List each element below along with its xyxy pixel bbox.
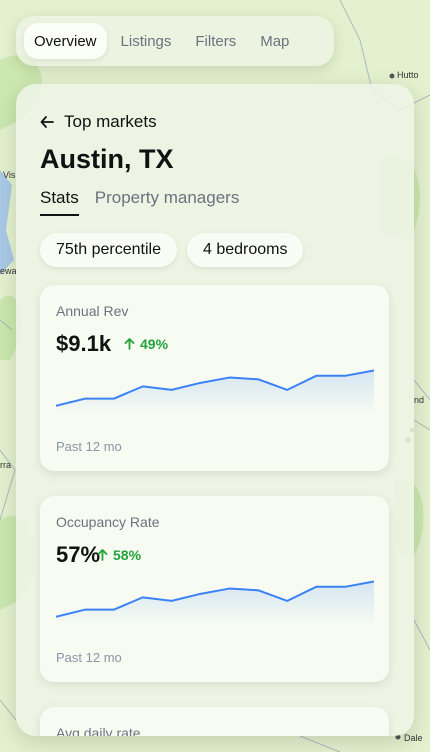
stat-value: 57%	[56, 542, 101, 567]
back-link[interactable]: Top markets	[40, 112, 157, 132]
map-label-rra: rra	[0, 460, 11, 470]
arrow-up-icon	[97, 549, 108, 561]
stat-change-value: 49%	[140, 336, 169, 352]
map-label-dale: Dale	[404, 733, 423, 743]
arrow-left-icon	[40, 116, 54, 128]
subtab-bar: Stats Property managers	[40, 188, 239, 216]
top-tab-bar: Overview Listings Filters Map	[16, 16, 334, 66]
stat-label: Occupancy Rate	[56, 514, 160, 530]
market-stats-panel: Top markets Austin, TX Stats Property ma…	[16, 84, 414, 736]
tab-filters[interactable]: Filters	[185, 23, 246, 59]
page-title: Austin, TX	[40, 144, 174, 174]
stat-period: Past 12 mo	[56, 439, 122, 454]
stat-change: 58%	[97, 547, 141, 563]
stat-card-occupancy-rate[interactable]: Occupancy Rate 57% 58% Past 12 mo	[40, 496, 389, 682]
map-label-ewa: ewa	[0, 266, 17, 276]
filter-pills: 75th percentile 4 bedrooms	[40, 233, 304, 267]
sparkline-chart	[56, 369, 374, 415]
back-link-label: Top markets	[64, 112, 157, 131]
bedrooms-filter-pill[interactable]: 4 bedrooms	[186, 233, 304, 267]
stat-card-avg-daily-rate[interactable]: Avg daily rate	[40, 707, 389, 736]
tab-property-managers[interactable]: Property managers	[95, 188, 240, 216]
tab-map[interactable]: Map	[250, 23, 299, 59]
stat-value: $9.1k	[56, 331, 112, 356]
arrow-up-icon	[124, 338, 135, 350]
map-label-vis: Vis	[3, 170, 16, 180]
tab-stats[interactable]: Stats	[40, 188, 79, 216]
tab-overview[interactable]: Overview	[24, 23, 107, 59]
percentile-filter-pill[interactable]: 75th percentile	[40, 233, 177, 267]
stat-label: Annual Rev	[56, 303, 129, 319]
stat-period: Past 12 mo	[56, 650, 122, 665]
sparkline-area	[56, 370, 374, 415]
map-label-hutto: Hutto	[397, 70, 419, 80]
stat-label: Avg daily rate	[56, 725, 141, 736]
tab-listings[interactable]: Listings	[111, 23, 182, 59]
stat-change: 49%	[124, 336, 168, 352]
stat-change-value: 58%	[113, 547, 142, 563]
sparkline-area	[56, 581, 374, 626]
stat-card-annual-rev[interactable]: Annual Rev $9.1k 49% Past 12 mo	[40, 285, 389, 471]
sparkline-chart	[56, 580, 374, 626]
map-label-nd: nd	[414, 395, 425, 405]
